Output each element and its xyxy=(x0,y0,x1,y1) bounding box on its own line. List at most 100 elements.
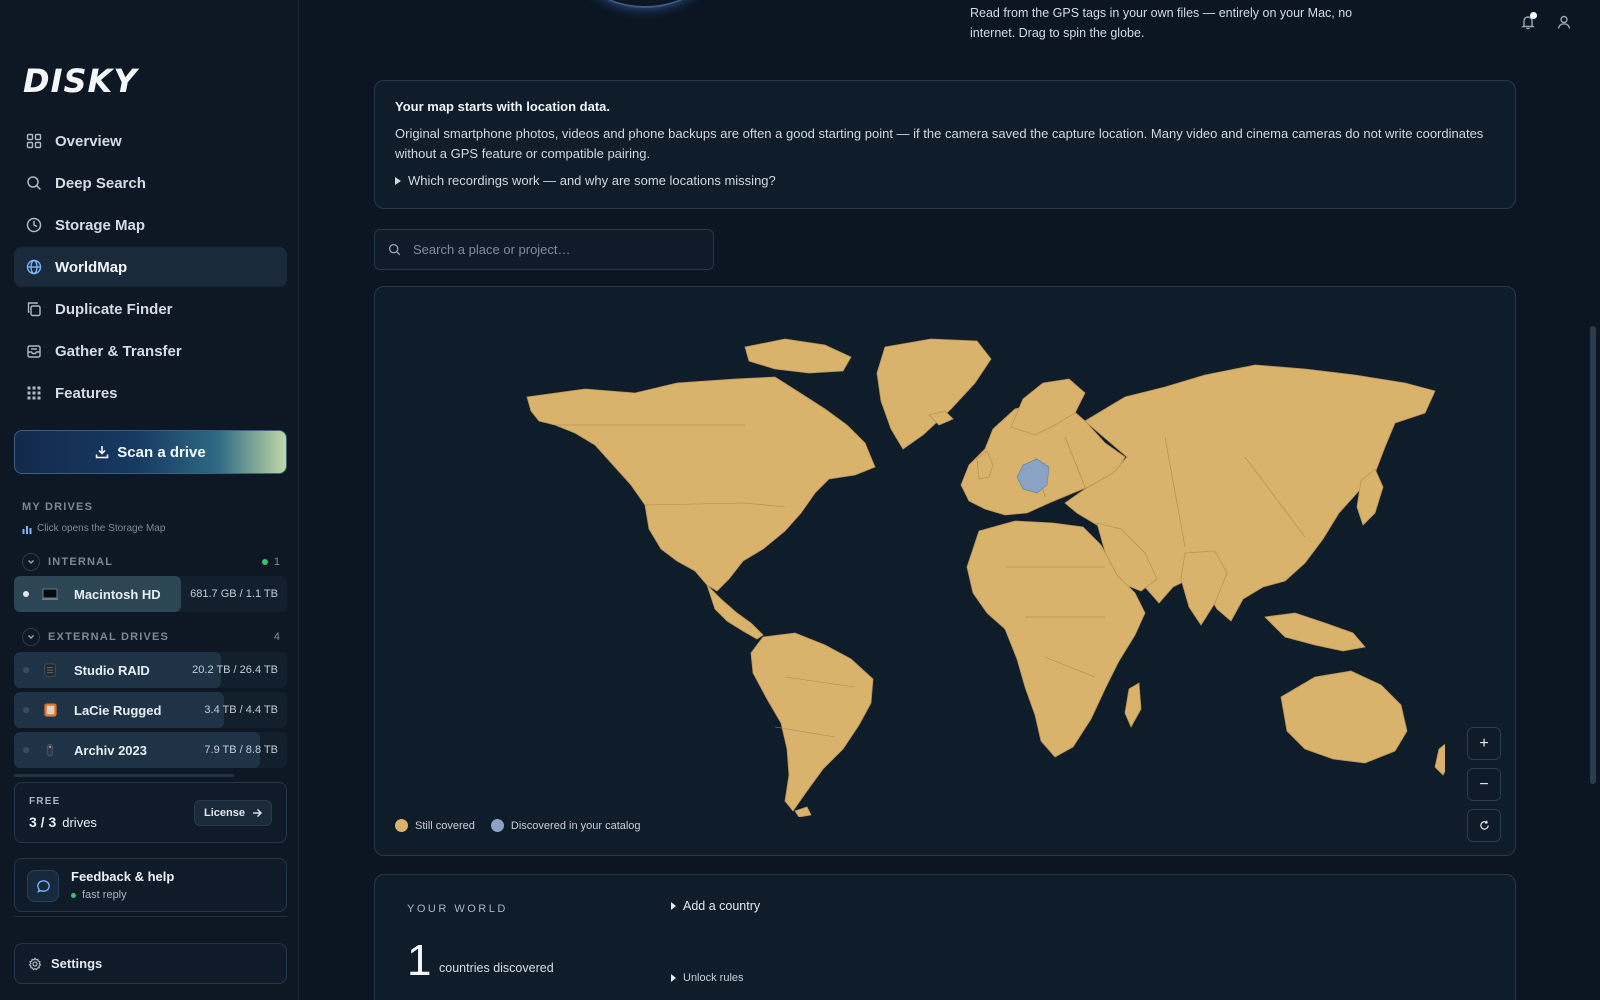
sidebar: DISKY Overview Deep Search Storage Map W… xyxy=(0,0,299,1000)
internal-group-header: INTERNAL 1 xyxy=(22,553,280,571)
drive-size: 3.4 TB / 4.4 TB xyxy=(204,704,278,716)
tray-icon xyxy=(25,342,43,360)
raid-icon xyxy=(42,662,58,678)
globe-icon xyxy=(25,258,43,276)
drive-status-dot xyxy=(23,707,29,713)
external-count: 4 xyxy=(273,631,280,643)
internal-group-label: INTERNAL xyxy=(48,556,114,568)
drive-name: Macintosh HD xyxy=(74,586,161,602)
app-logo: DISKY xyxy=(23,62,138,100)
drive-archiv-2023[interactable]: Archiv 2023 7.9 TB / 8.8 TB xyxy=(14,732,287,768)
drive-name: Archiv 2023 xyxy=(74,742,147,758)
nav-label: Gather & Transfer xyxy=(55,342,182,360)
license-panel: FREE 3 / 3 drives License xyxy=(14,782,287,843)
drive-studio-raid[interactable]: Studio RAID 20.2 TB / 26.4 TB xyxy=(14,652,287,688)
countries-unit: countries discovered xyxy=(439,961,554,975)
scan-drive-button[interactable]: Scan a drive xyxy=(14,430,287,474)
arrow-right-icon xyxy=(253,809,262,817)
nav-item-gather-transfer[interactable]: Gather & Transfer xyxy=(14,331,287,371)
feedback-button[interactable]: Feedback & help fast reply xyxy=(14,858,287,912)
settings-label: Settings xyxy=(51,956,103,971)
legend-label-covered: Still covered xyxy=(415,819,475,832)
drive-size: 7.9 TB / 8.8 TB xyxy=(204,744,278,756)
rugged-drive-icon xyxy=(42,702,58,718)
drive-status-dot xyxy=(23,747,29,753)
disclosure-triangle-icon xyxy=(671,974,676,982)
nav-label: Overview xyxy=(55,132,122,150)
drive-macintosh-hd[interactable]: Macintosh HD 681.7 GB / 1.1 TB xyxy=(14,576,287,612)
laptop-icon xyxy=(42,586,58,602)
notifications-button[interactable] xyxy=(1518,12,1538,32)
collapse-external-button[interactable] xyxy=(22,628,40,646)
continent-north-america xyxy=(526,376,876,592)
worldmap-intro: Read from the GPS tags in your own files… xyxy=(970,6,1353,40)
nav-item-duplicate-finder[interactable]: Duplicate Finder xyxy=(14,289,287,329)
plan-label: FREE xyxy=(29,796,61,807)
zoom-out-button[interactable]: − xyxy=(1467,768,1501,801)
nav-item-deep-search[interactable]: Deep Search xyxy=(14,163,287,203)
download-icon xyxy=(96,446,109,459)
main-nav: Overview Deep Search Storage Map WorldMa… xyxy=(14,121,287,415)
collapse-internal-button[interactable] xyxy=(22,553,40,571)
chevron-down-icon xyxy=(28,560,34,564)
feedback-title: Feedback & help xyxy=(71,869,175,884)
legend-label-discovered: Discovered in your catalog xyxy=(510,819,641,832)
account-button[interactable] xyxy=(1554,12,1574,32)
island-greenland xyxy=(876,338,992,450)
feedback-subtitle: fast reply xyxy=(71,889,127,901)
info-title: Your map starts with location data. xyxy=(395,99,611,114)
drive-status-dot xyxy=(23,667,29,673)
apps-icon xyxy=(25,384,43,402)
island-madagascar xyxy=(1124,682,1142,728)
drive-lacie-rugged[interactable]: LaCie Rugged 3.4 TB / 4.4 TB xyxy=(14,692,287,728)
place-search-input[interactable] xyxy=(413,242,693,257)
chevron-down-icon xyxy=(28,635,34,639)
your-world-panel: YOUR WORLD 1 countries discovered Add a … xyxy=(374,874,1516,1000)
countries-count: 1 xyxy=(407,936,432,985)
nav-item-storage-map[interactable]: Storage Map xyxy=(14,205,287,245)
unlock-rules-toggle[interactable]: Unlock rules xyxy=(671,972,744,984)
gear-icon xyxy=(28,956,42,970)
nav-item-overview[interactable]: Overview xyxy=(14,121,287,161)
legend-swatch-covered xyxy=(395,819,408,832)
license-button[interactable]: License xyxy=(194,800,272,826)
external-group-label: EXTERNAL DRIVES xyxy=(48,631,170,643)
main-scrollbar[interactable] xyxy=(1590,326,1596,784)
storage-map-hint: Click opens the Storage Map xyxy=(22,523,165,534)
nav-label: WorldMap xyxy=(55,258,128,276)
usb-stick-icon xyxy=(42,742,58,758)
settings-button[interactable]: Settings xyxy=(14,943,287,984)
copy-icon xyxy=(25,300,43,318)
drive-list-overflow-edge xyxy=(14,774,234,777)
nav-label: Features xyxy=(55,384,118,402)
recordings-help-toggle[interactable]: Which recordings work — and why are some… xyxy=(395,173,776,188)
zoom-in-button[interactable]: + xyxy=(1467,727,1501,760)
world-map-panel: Still covered Discovered in your catalog… xyxy=(374,286,1516,856)
island-new-zealand xyxy=(1434,743,1445,776)
reset-view-button[interactable] xyxy=(1467,809,1501,842)
my-drives-heading: MY DRIVES xyxy=(22,501,94,513)
add-country-toggle[interactable]: Add a country xyxy=(671,899,760,913)
world-map[interactable] xyxy=(445,317,1445,817)
external-group-header: EXTERNAL DRIVES 4 xyxy=(22,628,280,646)
continent-australia xyxy=(1280,670,1408,764)
legend-swatch-discovered xyxy=(490,819,504,832)
clock-icon xyxy=(25,216,43,234)
globe-preview[interactable] xyxy=(570,0,720,8)
chat-bubble-icon xyxy=(27,870,59,902)
nav-label: Deep Search xyxy=(55,174,146,192)
info-body: Original smartphone photos, videos and p… xyxy=(395,126,1484,161)
nav-item-worldmap[interactable]: WorldMap xyxy=(14,247,287,287)
region-tierra-del-fuego xyxy=(794,806,812,817)
your-world-heading: YOUR WORLD xyxy=(407,903,508,915)
arctic-islands xyxy=(744,338,852,374)
refresh-icon xyxy=(1479,820,1489,830)
drive-size: 681.7 GB / 1.1 TB xyxy=(190,588,278,600)
location-data-info: Your map starts with location data. Orig… xyxy=(374,80,1516,209)
region-india xyxy=(1180,550,1228,626)
nav-item-features[interactable]: Features xyxy=(14,373,287,413)
nav-label: Storage Map xyxy=(55,216,146,234)
online-indicator xyxy=(71,892,76,898)
drive-name: LaCie Rugged xyxy=(74,702,162,718)
drive-quota: 3 / 3 drives xyxy=(29,814,97,830)
